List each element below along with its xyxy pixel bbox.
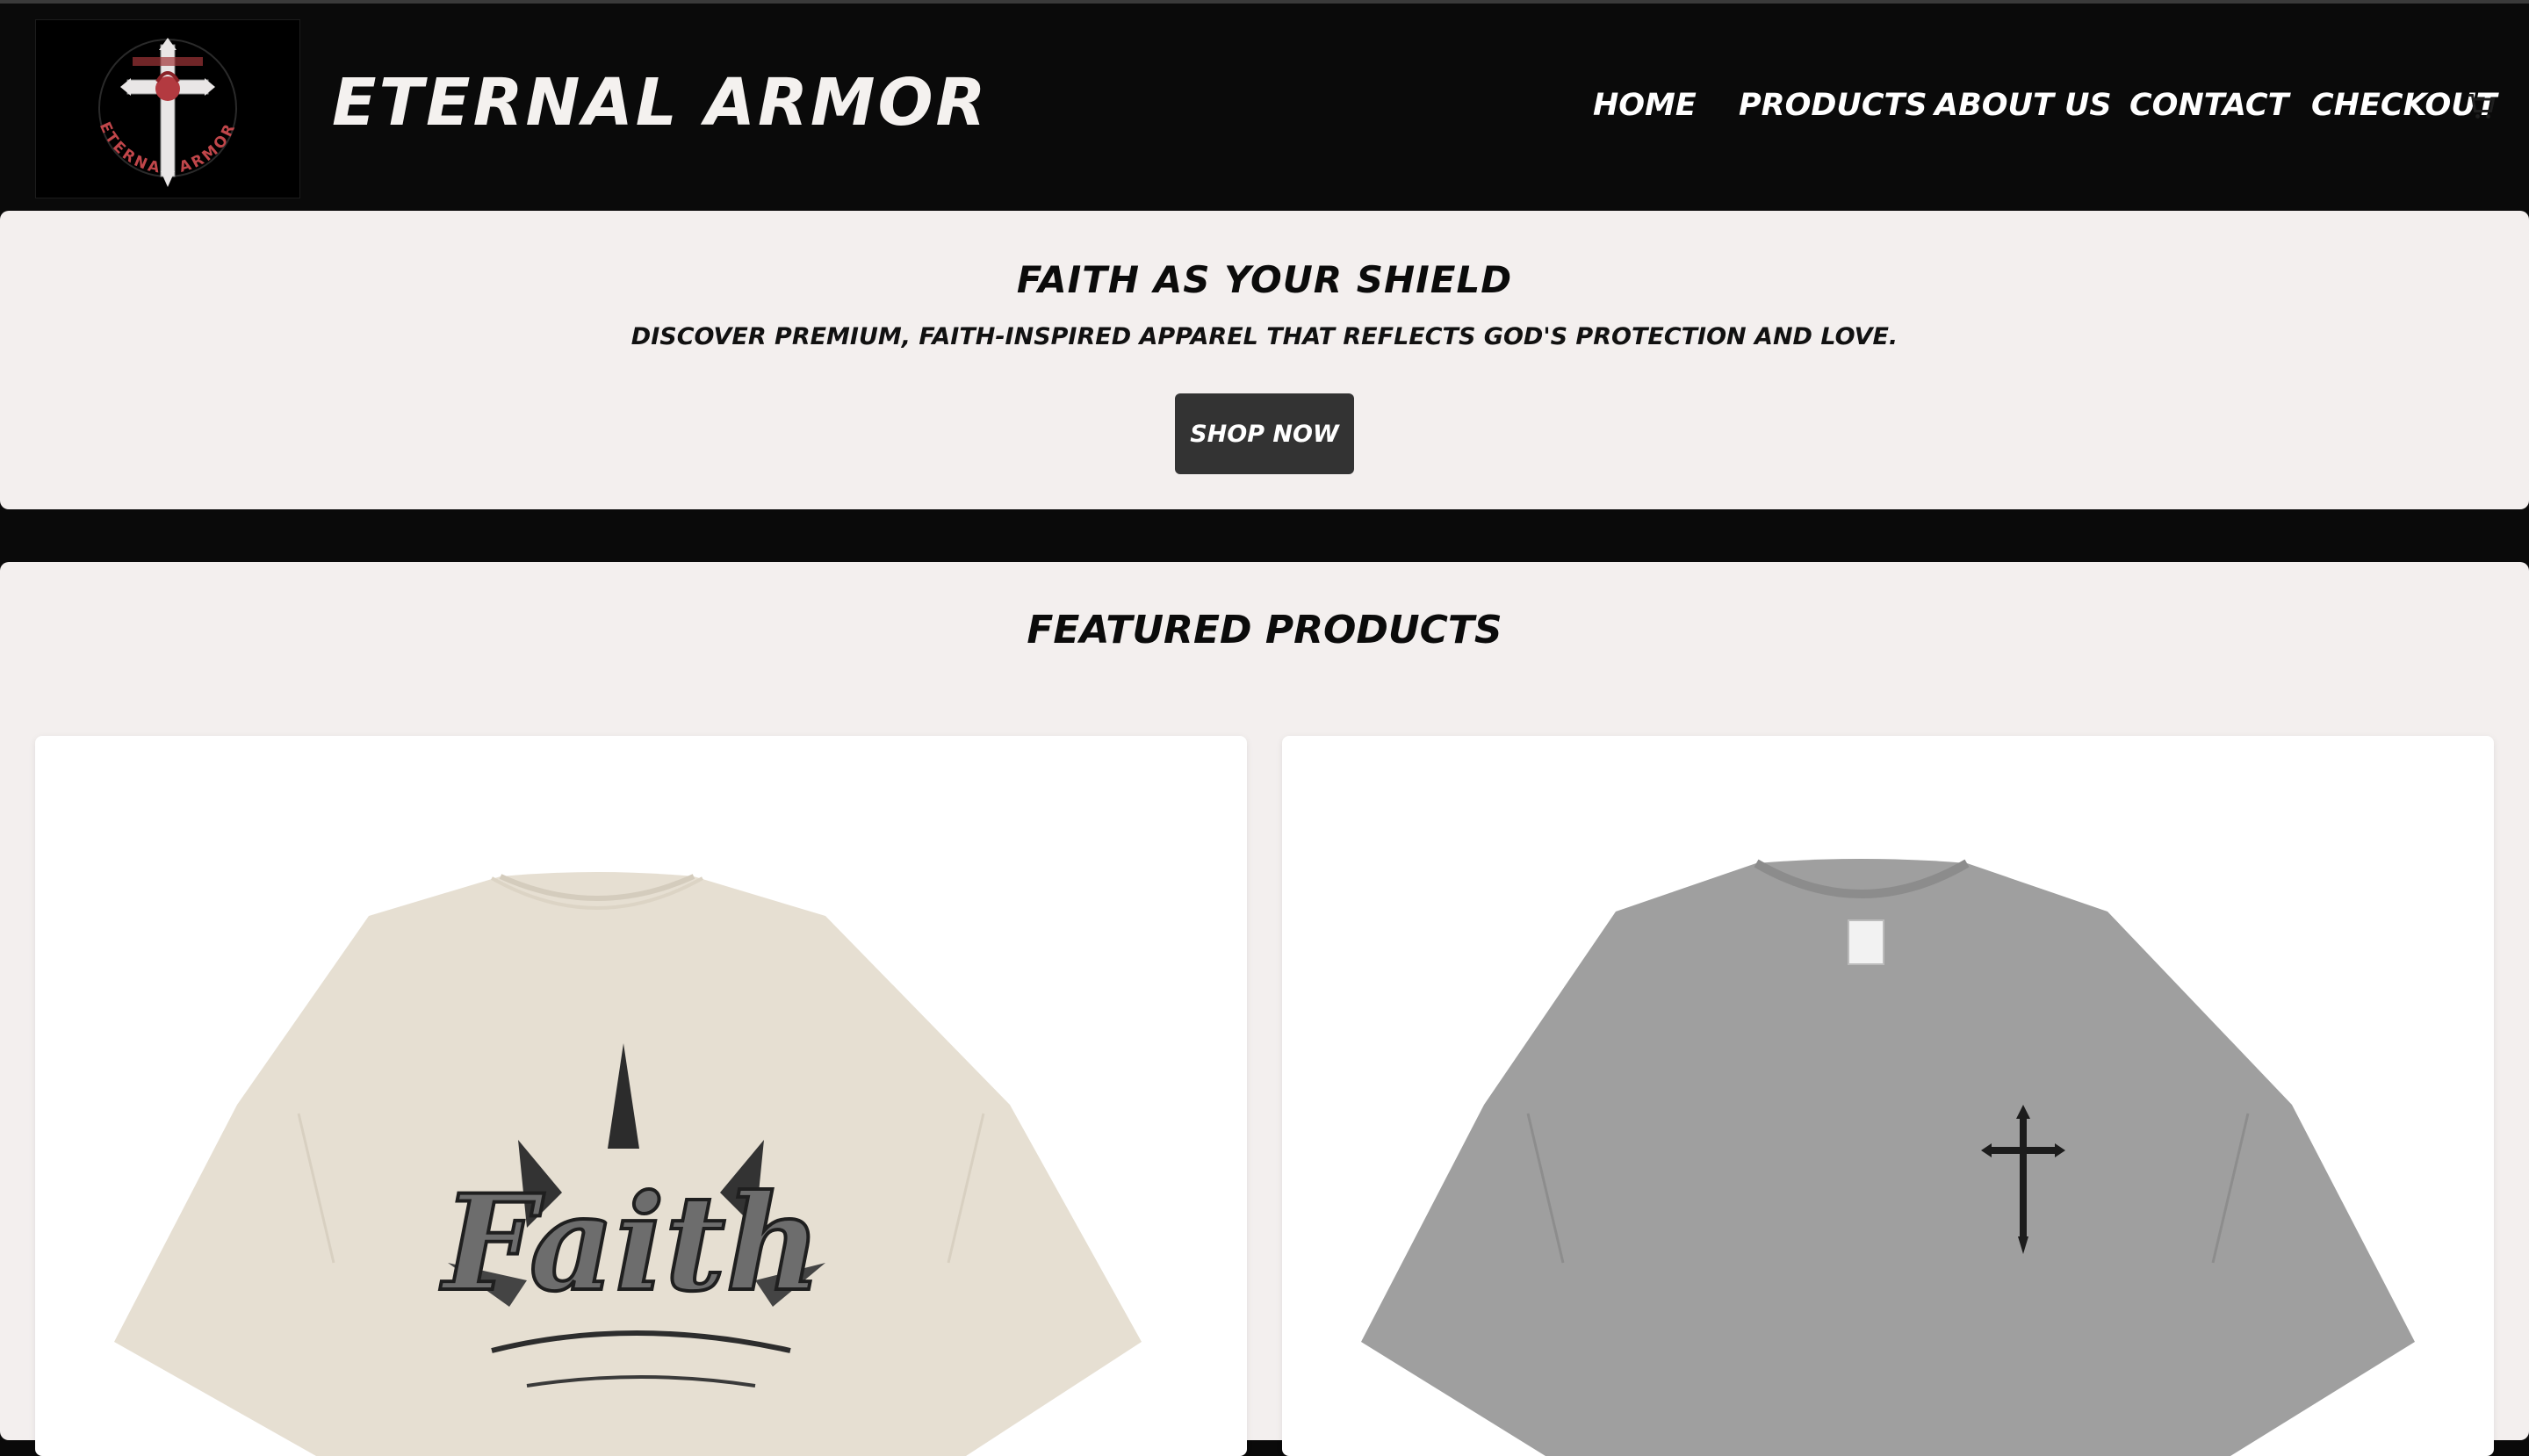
nav-contact[interactable]: CONTACT: [2129, 88, 2288, 123]
product-card-cross-tee[interactable]: [1282, 736, 2494, 1456]
shop-now-button[interactable]: SHOP NOW: [1175, 393, 1354, 474]
cream-tshirt-faith-graphic: Faith: [114, 872, 1142, 1456]
svg-text:Faith: Faith: [440, 1166, 822, 1321]
main-nav: HOME PRODUCTS ABOUT US CONTACT CHECKOUT: [0, 88, 2529, 132]
hero-subtitle: DISCOVER PREMIUM, FAITH-INSPIRED APPAREL…: [630, 323, 1899, 350]
hero-banner: FAITH AS YOUR SHIELD DISCOVER PREMIUM, F…: [0, 211, 2529, 509]
nav-about-us[interactable]: ABOUT US: [1935, 88, 2112, 123]
featured-products-section: FEATURED PRODUCTS Faith: [0, 562, 2529, 1456]
featured-products-title: FEATURED PRODUCTS: [1027, 608, 1502, 652]
nav-home[interactable]: HOME: [1593, 88, 1697, 123]
nav-products[interactable]: PRODUCTS: [1739, 88, 1927, 123]
grey-washed-tshirt-cross: [1361, 859, 2415, 1456]
product-card-faith-tee[interactable]: Faith: [35, 736, 1247, 1456]
cart-icon[interactable]: [2466, 91, 2497, 123]
hero-title: FAITH AS YOUR SHIELD: [1016, 258, 1513, 301]
site-header: ETERNAL ARMOR ETERNAL ARMOR HOME PRODUCT…: [0, 4, 2529, 211]
